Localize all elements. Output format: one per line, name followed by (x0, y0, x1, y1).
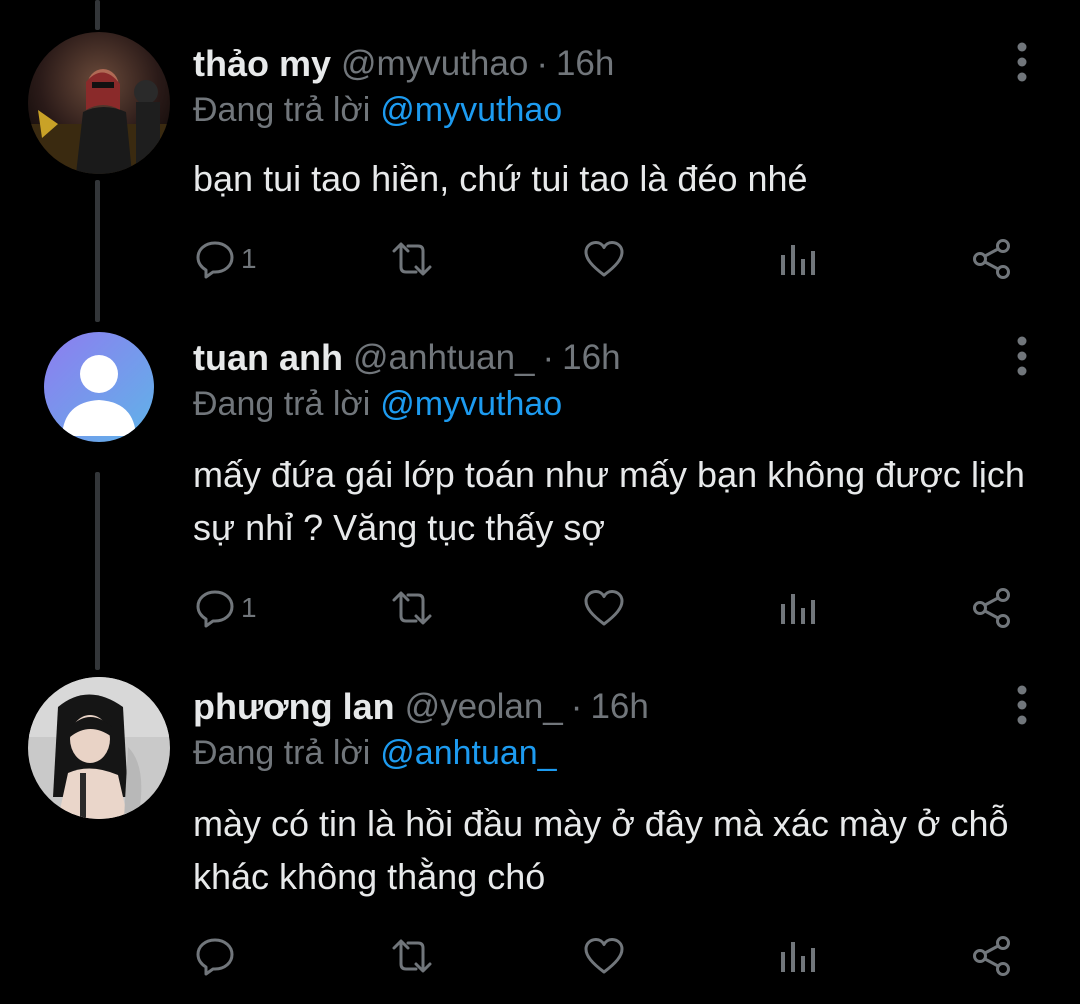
replying-to: Đang trả lời @myvuthao (193, 382, 562, 426)
more-vertical-icon[interactable] (1010, 42, 1034, 82)
replying-to-mention[interactable]: @myvuthao (380, 91, 562, 130)
share-button[interactable] (970, 586, 1014, 630)
analytics-button[interactable] (778, 586, 818, 630)
like-button[interactable] (582, 934, 626, 978)
tweet-header: phương lan @yeolan_ · 16h (193, 683, 649, 731)
reply-button[interactable] (193, 934, 241, 978)
display-name[interactable]: phương lan (193, 686, 395, 728)
replying-to-label: Đang trả lời (193, 90, 371, 129)
tweet-1[interactable]: thảo my @myvuthao · 16h Đang trả lời @my… (0, 0, 1080, 320)
retweet-icon (392, 242, 432, 276)
share-icon (973, 239, 1010, 279)
share-button[interactable] (970, 237, 1014, 281)
replying-to-mention[interactable]: @myvuthao (380, 385, 562, 424)
reply-count: 1 (241, 243, 257, 274)
analytics-button[interactable] (778, 934, 818, 978)
replying-to-label: Đang trả lời (193, 733, 371, 772)
separator-dot: · (536, 44, 548, 83)
replying-to: Đang trả lời @myvuthao (193, 88, 562, 132)
retweet-button[interactable] (388, 934, 436, 978)
comment-bubble-icon (196, 938, 234, 976)
replying-to: Đang trả lời @anhtuan_ (193, 731, 557, 775)
more-vertical-icon[interactable] (1010, 685, 1034, 725)
more-vertical-icon[interactable] (1010, 336, 1034, 376)
reply-count: 1 (241, 592, 257, 623)
analytics-bars-icon (781, 245, 815, 275)
retweet-button[interactable] (388, 586, 436, 630)
reply-button[interactable]: 1 (193, 586, 257, 630)
tweet-header: thảo my @myvuthao · 16h (193, 40, 614, 88)
tweet-text: bạn tui tao hiền, chứ tui tao là đéo nhé (193, 158, 808, 199)
display-name[interactable]: thảo my (193, 43, 331, 85)
retweet-icon (392, 939, 432, 973)
avatar-photo (28, 677, 170, 819)
share-icon (973, 588, 1010, 628)
tweet-3[interactable]: phương lan @yeolan_ · 16h Đang trả lời @… (0, 665, 1080, 1004)
analytics-bars-icon (781, 594, 815, 624)
user-handle[interactable]: @myvuthao (341, 44, 528, 84)
replying-to-mention[interactable]: @anhtuan_ (380, 734, 556, 773)
comment-bubble-icon (196, 241, 234, 279)
tweet-header: tuan anh @anhtuan_ · 16h (193, 334, 621, 382)
timestamp[interactable]: 16h (590, 687, 648, 727)
tweet-text: mày có tin là hồi đầu mày ở đây mà xác m… (193, 803, 1009, 897)
reply-button[interactable]: 1 (193, 237, 257, 281)
heart-icon (584, 241, 624, 277)
retweet-icon (392, 591, 432, 625)
heart-icon (584, 938, 624, 974)
analytics-button[interactable] (778, 237, 818, 281)
timestamp[interactable]: 16h (562, 338, 620, 378)
avatar-tuan-anh[interactable] (44, 332, 154, 442)
tweet-text: mấy đứa gái lớp toán như mấy bạn không đ… (193, 454, 1025, 548)
default-profile-icon (44, 332, 154, 442)
tweet-2[interactable]: tuan anh @anhtuan_ · 16h Đang trả lời @m… (0, 320, 1080, 665)
user-handle[interactable]: @anhtuan_ (353, 338, 535, 378)
retweet-button[interactable] (388, 237, 436, 281)
like-button[interactable] (582, 237, 626, 281)
heart-icon (584, 590, 624, 626)
share-button[interactable] (970, 934, 1014, 978)
comment-bubble-icon (196, 590, 234, 628)
separator-dot: · (542, 338, 555, 377)
share-icon (973, 936, 1010, 976)
analytics-bars-icon (781, 942, 815, 972)
like-button[interactable] (582, 586, 626, 630)
display-name[interactable]: tuan anh (193, 337, 343, 379)
timestamp[interactable]: 16h (556, 44, 614, 84)
separator-dot: · (570, 687, 583, 726)
avatar-phuong-lan[interactable] (28, 677, 170, 819)
avatar-thao-my[interactable] (28, 32, 170, 174)
user-handle[interactable]: @yeolan_ (405, 687, 563, 727)
avatar-photo (28, 32, 170, 174)
replying-to-label: Đang trả lời (193, 384, 371, 423)
